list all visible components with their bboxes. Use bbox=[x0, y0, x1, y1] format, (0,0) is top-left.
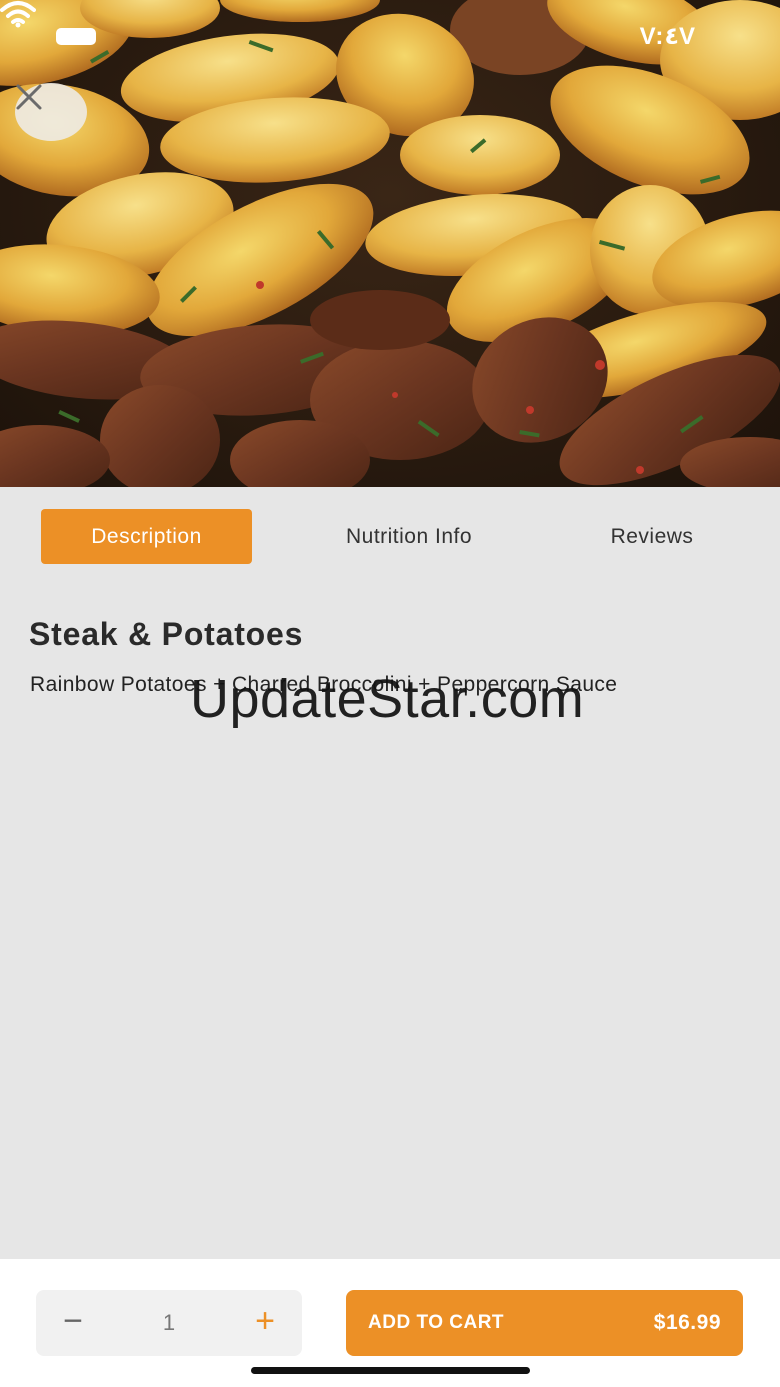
tab-reviews[interactable]: Reviews bbox=[567, 509, 737, 564]
detail-tabs: Description Nutrition Info Reviews bbox=[0, 487, 780, 587]
battery-icon bbox=[56, 28, 96, 45]
home-indicator bbox=[251, 1367, 530, 1374]
add-to-cart-label: ADD TO CART bbox=[368, 1312, 505, 1333]
tab-description[interactable]: Description bbox=[41, 509, 252, 564]
close-button[interactable] bbox=[15, 83, 87, 141]
close-icon bbox=[16, 84, 42, 110]
decrease-quantity-button[interactable]: − bbox=[38, 1290, 108, 1356]
tab-nutrition-info[interactable]: Nutrition Info bbox=[304, 509, 514, 564]
status-time: V:٤V bbox=[639, 23, 696, 50]
quantity-stepper: − 1 + bbox=[36, 1290, 302, 1356]
dish-title: Steak & Potatoes bbox=[29, 616, 304, 652]
quantity-value: 1 bbox=[162, 1310, 176, 1335]
status-bar: V:٤V bbox=[0, 0, 780, 70]
add-to-cart-button[interactable]: ADD TO CART $16.99 bbox=[346, 1290, 743, 1356]
wifi-icon bbox=[0, 1, 36, 28]
increase-quantity-button[interactable]: + bbox=[230, 1290, 300, 1356]
dish-subtitle: Rainbow Potatoes + Charred Broccolini + … bbox=[30, 673, 618, 696]
hero-food-image: V:٤V bbox=[0, 0, 780, 487]
price-label: $16.99 bbox=[653, 1311, 721, 1334]
food-photo-illustration bbox=[0, 0, 780, 487]
